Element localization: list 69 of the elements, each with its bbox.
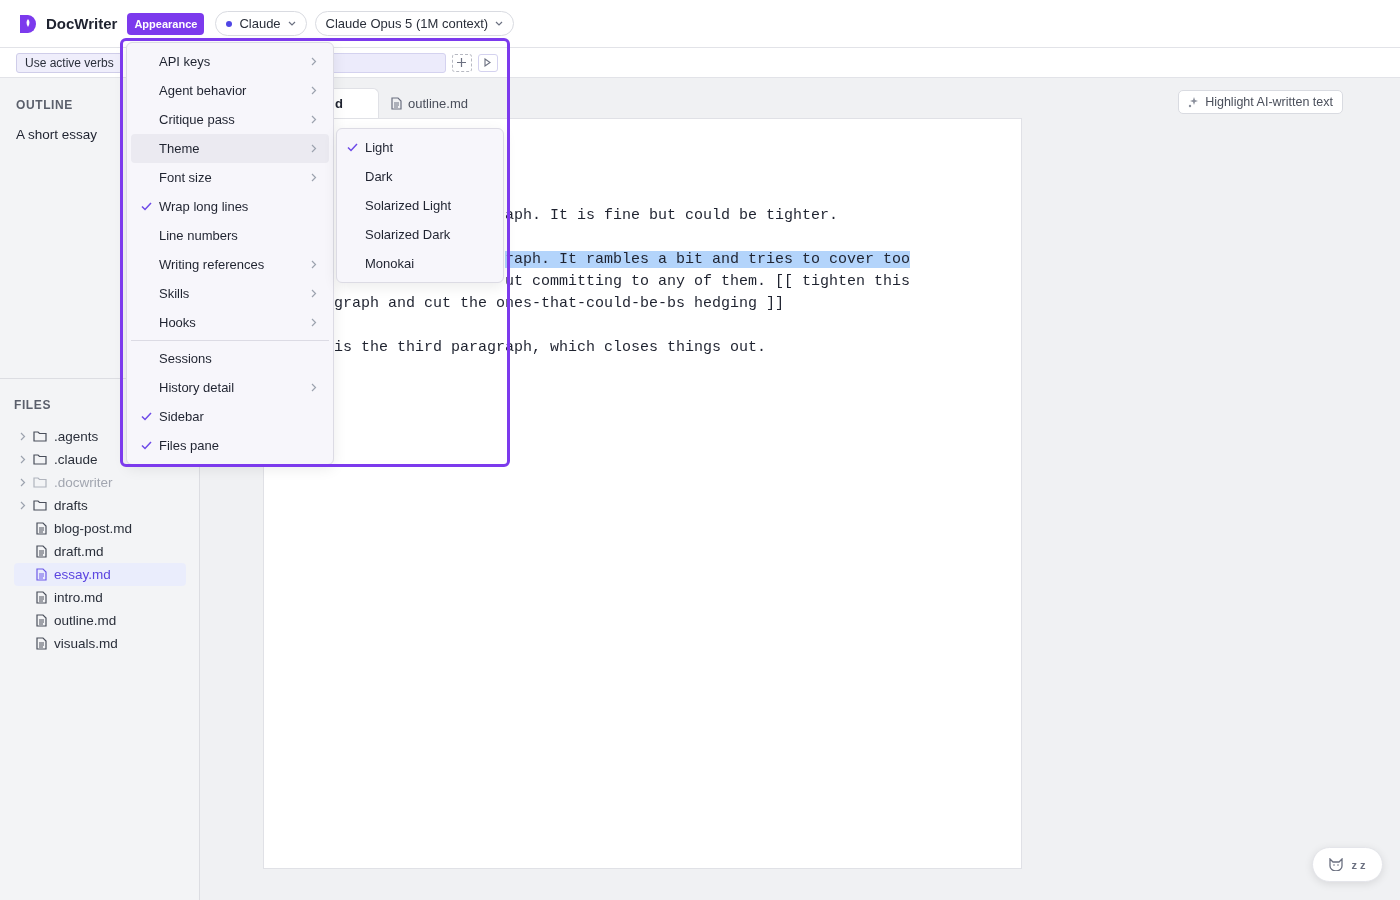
- document-icon: [36, 614, 47, 627]
- menu-item[interactable]: Critique pass: [131, 105, 329, 134]
- menu-item[interactable]: History detail: [131, 373, 329, 402]
- file-item[interactable]: visuals.md: [14, 632, 186, 655]
- chevron-down-icon: [495, 21, 504, 26]
- menu-item[interactable]: Line numbers: [131, 221, 329, 250]
- files-heading: FILES: [14, 398, 52, 412]
- theme-option[interactable]: Dark: [337, 162, 503, 191]
- folder-icon: [33, 431, 47, 442]
- cat-icon: [1329, 858, 1344, 871]
- chevron-right-icon: [20, 478, 26, 487]
- menu-item[interactable]: Sidebar: [131, 402, 329, 431]
- outline-heading: OUTLINE: [16, 98, 74, 112]
- menu-item[interactable]: Writing references: [131, 250, 329, 279]
- theme-option[interactable]: Solarized Light: [337, 191, 503, 220]
- app-name: DocWriter: [46, 15, 118, 32]
- highlight-tag: Appearance: [127, 12, 205, 35]
- menu-item[interactable]: Files pane: [131, 431, 329, 460]
- folder-icon: [33, 500, 47, 511]
- plus-icon: [457, 58, 467, 67]
- folder-icon: [33, 454, 47, 465]
- chevron-right-icon: [311, 289, 317, 298]
- document-icon: [36, 522, 47, 535]
- theme-option[interactable]: Monokai: [337, 249, 503, 278]
- folder-item[interactable]: drafts: [14, 494, 186, 517]
- menu-item[interactable]: Skills: [131, 279, 329, 308]
- menu-item[interactable]: Sessions: [131, 344, 329, 373]
- chevron-down-icon: [287, 21, 296, 26]
- model-dropdown[interactable]: Claude Opus 5 (1M context): [314, 11, 515, 36]
- chevron-right-icon: [20, 501, 26, 510]
- theme-option[interactable]: Solarized Dark: [337, 220, 503, 249]
- chevron-right-icon: [311, 383, 317, 392]
- chevron-right-icon: [311, 144, 317, 153]
- chevron-right-icon: [311, 57, 317, 66]
- file-item[interactable]: draft.md: [14, 540, 186, 563]
- document-icon: [36, 568, 47, 581]
- menu-item[interactable]: Font size: [131, 163, 329, 192]
- add-button[interactable]: [451, 53, 472, 72]
- chevron-right-icon: [311, 318, 317, 327]
- menu-item[interactable]: Theme: [131, 134, 329, 163]
- agent-dropdown[interactable]: Claude: [215, 11, 307, 36]
- chevron-right-icon: [311, 173, 317, 182]
- menu-item[interactable]: Hooks: [131, 308, 329, 337]
- chevron-right-icon: [20, 432, 26, 441]
- file-tab[interactable]: outline.md: [379, 88, 480, 118]
- document-icon: [36, 591, 47, 604]
- prompt-chip[interactable]: Use active verbs: [16, 52, 123, 73]
- chevron-right-icon: [311, 260, 317, 269]
- file-item[interactable]: outline.md: [14, 609, 186, 632]
- theme-option[interactable]: Light: [337, 133, 503, 162]
- folder-icon: [33, 477, 47, 488]
- sparkle-icon: [1188, 96, 1200, 108]
- document-icon: [36, 637, 47, 650]
- file-item[interactable]: intro.md: [14, 586, 186, 609]
- menu-item[interactable]: Agent behavior: [131, 76, 329, 105]
- document-icon: [391, 96, 402, 110]
- menu-item[interactable]: Wrap long lines: [131, 192, 329, 221]
- logo-icon: [20, 14, 36, 33]
- play-icon: [484, 58, 492, 67]
- highlight-ai-button[interactable]: Highlight AI-written text: [1178, 90, 1343, 114]
- chevron-right-icon: [311, 115, 317, 124]
- file-item[interactable]: essay.md: [14, 563, 186, 586]
- file-item[interactable]: blog-post.md: [14, 517, 186, 540]
- chevron-right-icon: [20, 455, 26, 464]
- run-button[interactable]: [477, 53, 498, 72]
- menu-item[interactable]: API keys: [131, 47, 329, 76]
- document-icon: [36, 545, 47, 558]
- chevron-right-icon: [311, 86, 317, 95]
- status-dot-icon: [226, 20, 233, 27]
